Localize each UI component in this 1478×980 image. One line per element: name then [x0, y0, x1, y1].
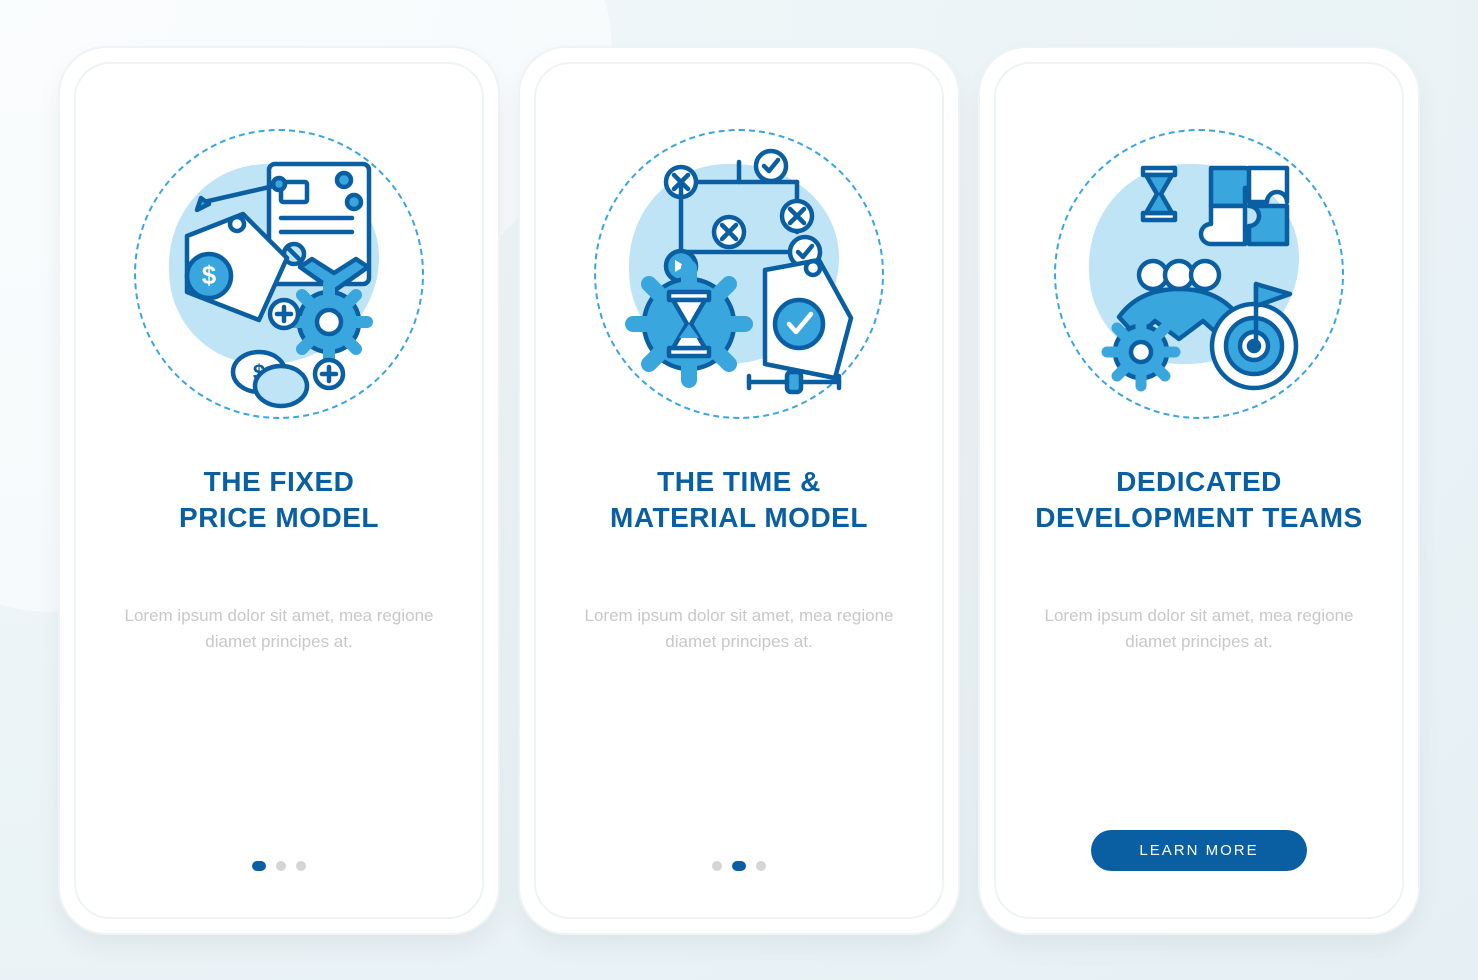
screen-3: DEDICATED DEVELOPMENT TEAMS Lorem ipsum … [994, 62, 1404, 919]
screen-title: THE TIME & MATERIAL MODEL [610, 464, 868, 537]
screen-body: Lorem ipsum dolor sit amet, mea regione … [579, 603, 899, 656]
dedicated-teams-icon [1049, 124, 1349, 424]
dot-2[interactable] [732, 861, 746, 871]
screen-title: DEDICATED DEVELOPMENT TEAMS [1035, 464, 1362, 537]
title-line-2: PRICE MODEL [179, 502, 379, 533]
title-line-2: MATERIAL MODEL [610, 502, 868, 533]
dot-1[interactable] [252, 861, 266, 871]
time-material-icon [589, 124, 889, 424]
dot-3[interactable] [756, 861, 766, 871]
phone-row: $ [0, 0, 1478, 933]
title-line-1: THE FIXED [204, 466, 355, 497]
dot-2[interactable] [276, 861, 286, 871]
title-line-2: DEVELOPMENT TEAMS [1035, 502, 1362, 533]
screen-title: THE FIXED PRICE MODEL [179, 464, 379, 537]
phone-mockup-3: DEDICATED DEVELOPMENT TEAMS Lorem ipsum … [980, 48, 1418, 933]
dot-1[interactable] [712, 861, 722, 871]
screen-1: $ [74, 62, 484, 919]
pagination-dots [712, 861, 766, 871]
screen-body: Lorem ipsum dolor sit amet, mea regione … [119, 603, 439, 656]
pagination-dots [252, 861, 306, 871]
illustration-time-material [589, 124, 889, 424]
learn-more-button[interactable]: LEARN MORE [1091, 830, 1306, 871]
phone-mockup-1: $ [60, 48, 498, 933]
illustration-dedicated-teams [1049, 124, 1349, 424]
phone-mockup-2: THE TIME & MATERIAL MODEL Lorem ipsum do… [520, 48, 958, 933]
title-line-1: DEDICATED [1116, 466, 1282, 497]
title-line-1: THE TIME & [657, 466, 821, 497]
screen-2: THE TIME & MATERIAL MODEL Lorem ipsum do… [534, 62, 944, 919]
dot-3[interactable] [296, 861, 306, 871]
svg-text:$: $ [202, 260, 217, 290]
screen-body: Lorem ipsum dolor sit amet, mea regione … [1039, 603, 1359, 656]
illustration-fixed-price: $ [129, 124, 429, 424]
fixed-price-icon: $ [129, 124, 429, 424]
